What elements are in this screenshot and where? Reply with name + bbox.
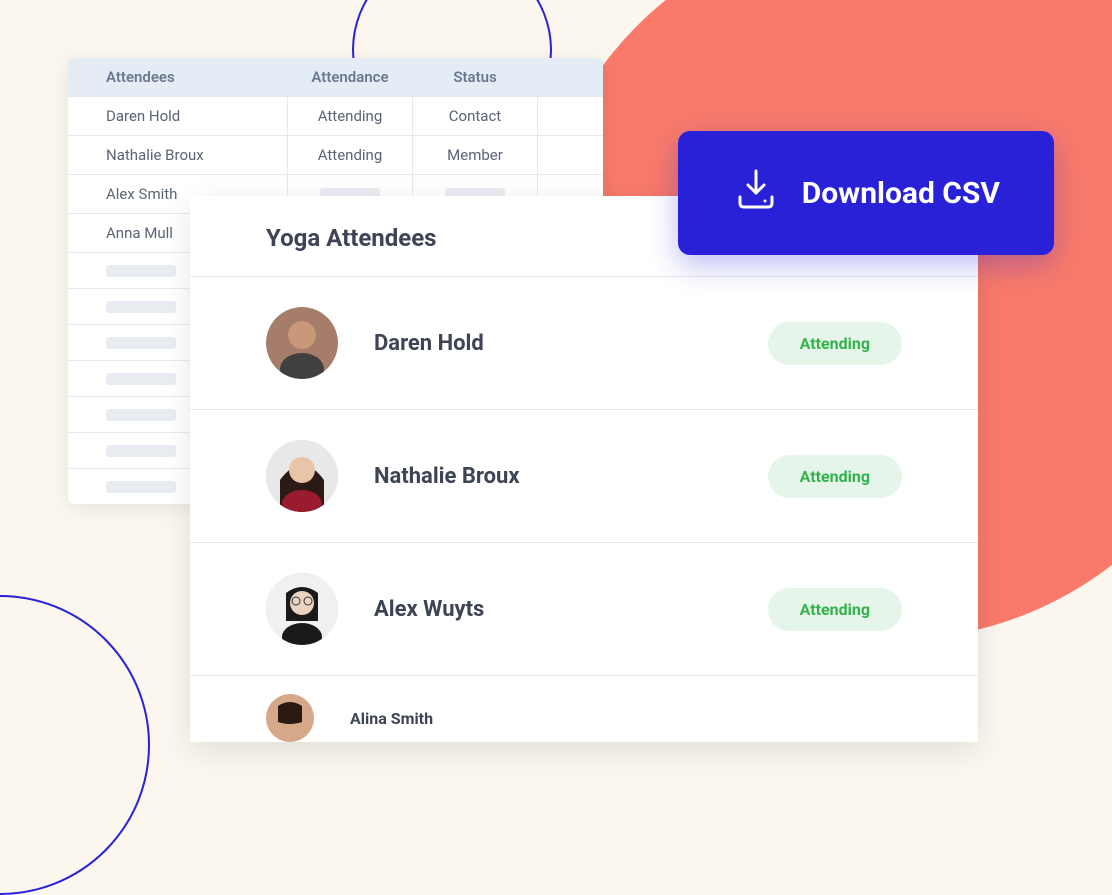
skeleton-placeholder bbox=[106, 337, 176, 349]
list-item[interactable]: Daren Hold Attending bbox=[190, 277, 978, 410]
skeleton-placeholder bbox=[106, 481, 176, 493]
attendee-name: Alex Wuyts bbox=[374, 597, 732, 622]
skeleton-placeholder bbox=[106, 265, 176, 277]
attendee-name: Nathalie Broux bbox=[374, 464, 732, 489]
table-row[interactable]: Daren Hold Attending Contact bbox=[68, 96, 603, 135]
avatar bbox=[266, 694, 314, 742]
skeleton-placeholder bbox=[106, 409, 176, 421]
avatar bbox=[266, 440, 338, 512]
status-badge: Attending bbox=[768, 588, 902, 631]
background-ring-bottom bbox=[0, 595, 150, 895]
status-badge: Attending bbox=[768, 455, 902, 498]
cell-attendance: Attending bbox=[288, 136, 413, 174]
cell-status: Member bbox=[413, 136, 538, 174]
status-badge: Attending bbox=[768, 322, 902, 365]
avatar bbox=[266, 573, 338, 645]
download-icon bbox=[732, 165, 780, 221]
table-row[interactable]: Nathalie Broux Attending Member bbox=[68, 135, 603, 174]
attendee-name: Alina Smith bbox=[350, 709, 902, 728]
avatar bbox=[266, 307, 338, 379]
list-item[interactable]: Alex Wuyts Attending bbox=[190, 543, 978, 676]
download-csv-button[interactable]: Download CSV bbox=[678, 131, 1054, 255]
column-header-attendance[interactable]: Attendance bbox=[288, 58, 413, 96]
skeleton-placeholder bbox=[106, 301, 176, 313]
cell-status: Contact bbox=[413, 97, 538, 135]
column-header-status[interactable]: Status bbox=[413, 58, 538, 96]
column-header-attendees[interactable]: Attendees bbox=[68, 58, 288, 96]
yoga-attendees-panel: Yoga Attendees Daren Hold Attending Nath… bbox=[190, 196, 978, 742]
table-header-row: Attendees Attendance Status bbox=[68, 58, 603, 96]
cell-name: Daren Hold bbox=[68, 97, 288, 135]
column-header-spacer bbox=[538, 58, 603, 96]
cell-name: Nathalie Broux bbox=[68, 136, 288, 174]
skeleton-placeholder bbox=[106, 373, 176, 385]
cell-attendance: Attending bbox=[288, 97, 413, 135]
list-item[interactable]: Nathalie Broux Attending bbox=[190, 410, 978, 543]
download-button-label: Download CSV bbox=[802, 176, 1000, 211]
skeleton-placeholder bbox=[106, 445, 176, 457]
attendee-name: Daren Hold bbox=[374, 331, 732, 356]
list-item[interactable]: Alina Smith bbox=[190, 676, 978, 742]
